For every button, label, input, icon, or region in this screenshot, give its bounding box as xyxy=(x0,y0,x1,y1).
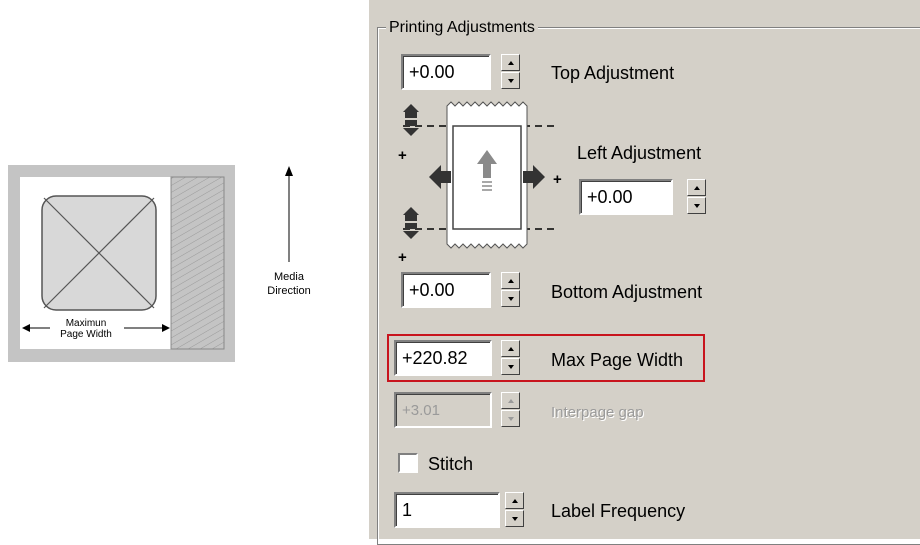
bottom-adjustment-spinner[interactable] xyxy=(501,272,520,308)
top-adjustment-spinner[interactable] xyxy=(501,54,520,90)
top-move-icon xyxy=(403,104,419,112)
max-page-width-caption-line1: Maximun xyxy=(65,318,107,329)
spin-up-icon xyxy=(693,185,700,190)
spin-up-icon xyxy=(511,498,518,503)
interpage-gap-label: Interpage gap xyxy=(551,404,644,421)
interpage-gap-spinner[interactable] xyxy=(501,392,520,428)
media-direction-caption: Media Direction xyxy=(250,270,328,298)
spin-up-icon xyxy=(507,398,514,403)
top-adjustment-input[interactable] xyxy=(401,54,491,90)
hatched-area xyxy=(170,176,225,350)
spin-up-icon xyxy=(507,346,514,351)
bottom-move-icon xyxy=(403,207,419,215)
interpage-gap-input[interactable] xyxy=(394,392,492,428)
bottom-adjustment-label: Bottom Adjustment xyxy=(551,282,703,302)
printing-adjustments-panel: Printing Adjustments Top Adjustment xyxy=(369,0,920,545)
left-adjustment-label: Left Adjustment xyxy=(577,143,702,163)
stitch-checkbox[interactable] xyxy=(398,453,418,473)
group-title: Printing Adjustments xyxy=(386,18,538,38)
spin-up-button[interactable] xyxy=(501,340,520,357)
stitch-label[interactable]: Stitch xyxy=(428,453,473,475)
label-frequency-label: Label Frequency xyxy=(551,501,686,521)
top-plus-sign: + xyxy=(398,147,407,164)
spin-down-icon xyxy=(507,78,514,83)
media-direction-line1: Media xyxy=(274,271,304,283)
spin-down-button[interactable] xyxy=(505,510,524,527)
right-move-icon xyxy=(533,165,545,189)
spin-up-button[interactable] xyxy=(501,392,520,409)
spin-down-button[interactable] xyxy=(501,358,520,375)
left-adjustment-input[interactable] xyxy=(579,179,673,215)
max-page-width-label: Max Page Width xyxy=(551,350,684,370)
spin-up-button[interactable] xyxy=(505,492,524,509)
spin-down-button[interactable] xyxy=(501,410,520,427)
spin-down-button[interactable] xyxy=(501,290,520,307)
spin-down-icon xyxy=(507,296,514,301)
media-direction-line2: Direction xyxy=(267,285,311,297)
spin-down-button[interactable] xyxy=(687,197,706,214)
spin-up-icon xyxy=(507,278,514,283)
spin-up-button[interactable] xyxy=(687,179,706,196)
label-frequency-input[interactable] xyxy=(394,492,500,528)
arrow-up-icon xyxy=(285,166,293,176)
label-adjustment-illustration xyxy=(403,101,554,249)
media-diagram: Maximun Page Width Media Direction xyxy=(0,0,370,539)
spin-down-icon xyxy=(693,203,700,208)
left-plus-sign: + xyxy=(553,171,562,188)
left-adjustment-spinner[interactable] xyxy=(687,179,706,215)
left-move-icon xyxy=(429,165,441,189)
max-page-width-caption-line2: Page Width xyxy=(60,329,112,340)
top-adjustment-label: Top Adjustment xyxy=(551,63,675,83)
spin-up-button[interactable] xyxy=(501,54,520,71)
max-page-width-spinner[interactable] xyxy=(501,340,520,376)
max-page-width-input[interactable] xyxy=(394,340,492,376)
label-frequency-spinner[interactable] xyxy=(505,492,524,528)
bottom-adjustment-input[interactable] xyxy=(401,272,491,308)
spin-down-icon xyxy=(511,516,518,521)
spin-down-button[interactable] xyxy=(501,72,520,89)
adjustment-graphic: + + + xyxy=(389,92,579,266)
spin-down-icon xyxy=(507,416,514,421)
spin-up-icon xyxy=(507,60,514,65)
max-page-width-caption: Maximun Page Width xyxy=(52,318,120,340)
spin-up-button[interactable] xyxy=(501,272,520,289)
spin-down-icon xyxy=(507,364,514,369)
bottom-plus-sign: + xyxy=(398,249,407,266)
